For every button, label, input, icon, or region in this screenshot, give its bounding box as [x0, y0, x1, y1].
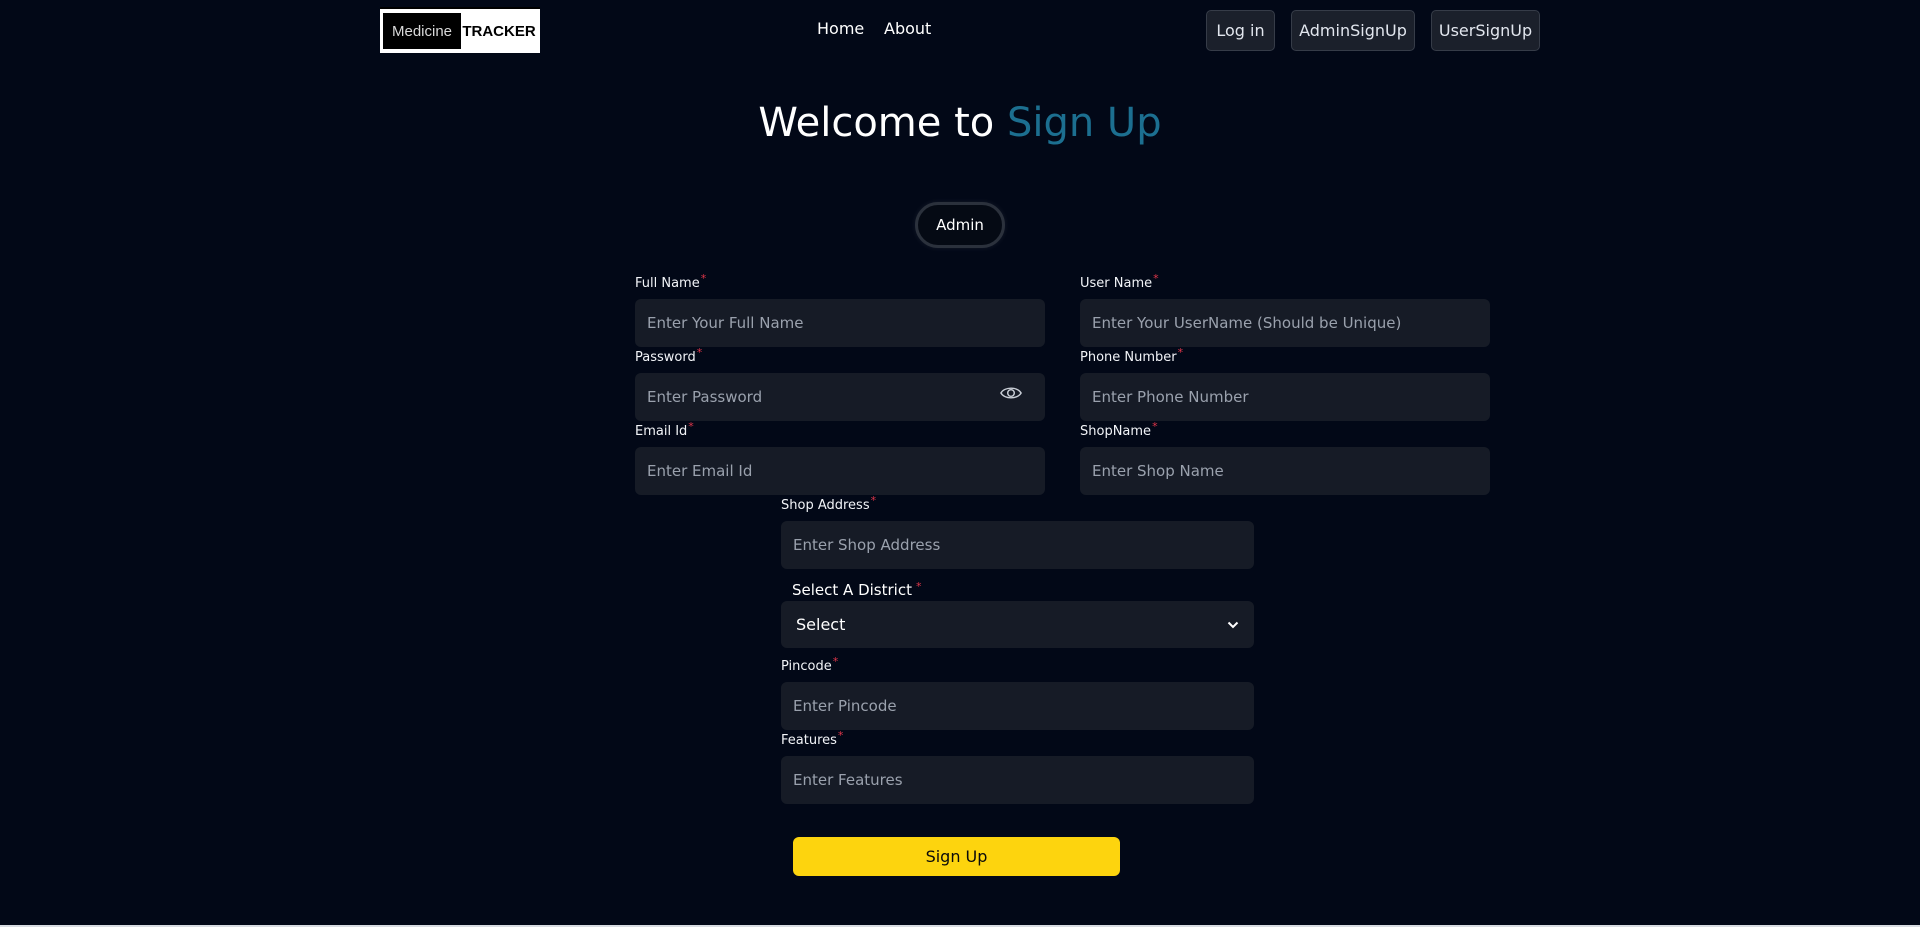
- required-asterisk: *: [688, 420, 694, 433]
- district-label-text: Select A District: [792, 581, 912, 599]
- page-title-prefix: Welcome to: [758, 100, 1007, 146]
- required-asterisk: *: [832, 655, 839, 668]
- eye-icon[interactable]: [1000, 384, 1022, 402]
- phone-number-input[interactable]: [1080, 373, 1490, 421]
- required-asterisk: *: [870, 494, 877, 507]
- features-label: Features*: [781, 729, 843, 748]
- district-select-value: Select: [796, 615, 846, 634]
- chevron-down-icon: [1227, 621, 1239, 628]
- required-asterisk: *: [1177, 346, 1184, 359]
- medicine-tracker-logo[interactable]: Medicine TRACKER: [380, 7, 540, 53]
- phone-number-label: Phone Number*: [1080, 346, 1183, 365]
- nav-home-link[interactable]: Home: [817, 19, 864, 38]
- shop-name-input[interactable]: [1080, 447, 1490, 495]
- required-asterisk: *: [915, 580, 922, 593]
- email-label: Email Id*: [635, 420, 694, 439]
- full-name-label: Full Name*: [635, 272, 706, 291]
- shop-address-input[interactable]: [781, 521, 1254, 569]
- password-label: Password*: [635, 346, 702, 365]
- pincode-label-text: Pincode: [781, 659, 832, 674]
- shop-name-label: ShopName*: [1080, 420, 1158, 439]
- admin-signup-button[interactable]: AdminSignUp: [1291, 10, 1415, 51]
- shop-name-label-text: ShopName: [1080, 424, 1152, 439]
- required-asterisk: *: [700, 272, 707, 285]
- sign-up-button[interactable]: Sign Up: [793, 837, 1120, 876]
- admin-role-pill[interactable]: Admin: [915, 202, 1005, 248]
- nav-about-link[interactable]: About: [884, 19, 931, 38]
- app-root: Medicine TRACKER Home About Log in Admin…: [0, 0, 1920, 927]
- pincode-input[interactable]: [781, 682, 1254, 730]
- email-input[interactable]: [635, 447, 1045, 495]
- district-select[interactable]: Select: [781, 601, 1254, 648]
- password-input[interactable]: [635, 373, 1045, 421]
- logo-text-right: TRACKER: [462, 22, 536, 40]
- logo-text-left: Medicine: [383, 13, 461, 49]
- password-label-text: Password: [635, 350, 696, 365]
- page-title-accent: Sign Up: [1006, 100, 1162, 146]
- email-label-text: Email Id: [635, 424, 688, 439]
- required-asterisk: *: [1153, 272, 1159, 285]
- phone-number-label-text: Phone Number: [1080, 350, 1177, 365]
- full-name-label-text: Full Name: [635, 276, 700, 291]
- user-name-label-text: User Name: [1080, 276, 1153, 291]
- required-asterisk: *: [1152, 420, 1158, 433]
- user-name-input[interactable]: [1080, 299, 1490, 347]
- features-input[interactable]: [781, 756, 1254, 804]
- page-title: Welcome to Sign Up: [0, 100, 1920, 146]
- user-signup-button[interactable]: UserSignUp: [1431, 10, 1540, 51]
- shop-address-label-text: Shop Address: [781, 498, 870, 513]
- required-asterisk: *: [696, 346, 703, 359]
- shop-address-label: Shop Address*: [781, 494, 876, 513]
- pincode-label: Pincode*: [781, 655, 838, 674]
- user-name-label: User Name*: [1080, 272, 1159, 291]
- login-button[interactable]: Log in: [1206, 10, 1275, 51]
- full-name-input[interactable]: [635, 299, 1045, 347]
- required-asterisk: *: [837, 729, 844, 742]
- features-label-text: Features: [781, 733, 837, 748]
- district-label: Select A District *: [792, 580, 922, 599]
